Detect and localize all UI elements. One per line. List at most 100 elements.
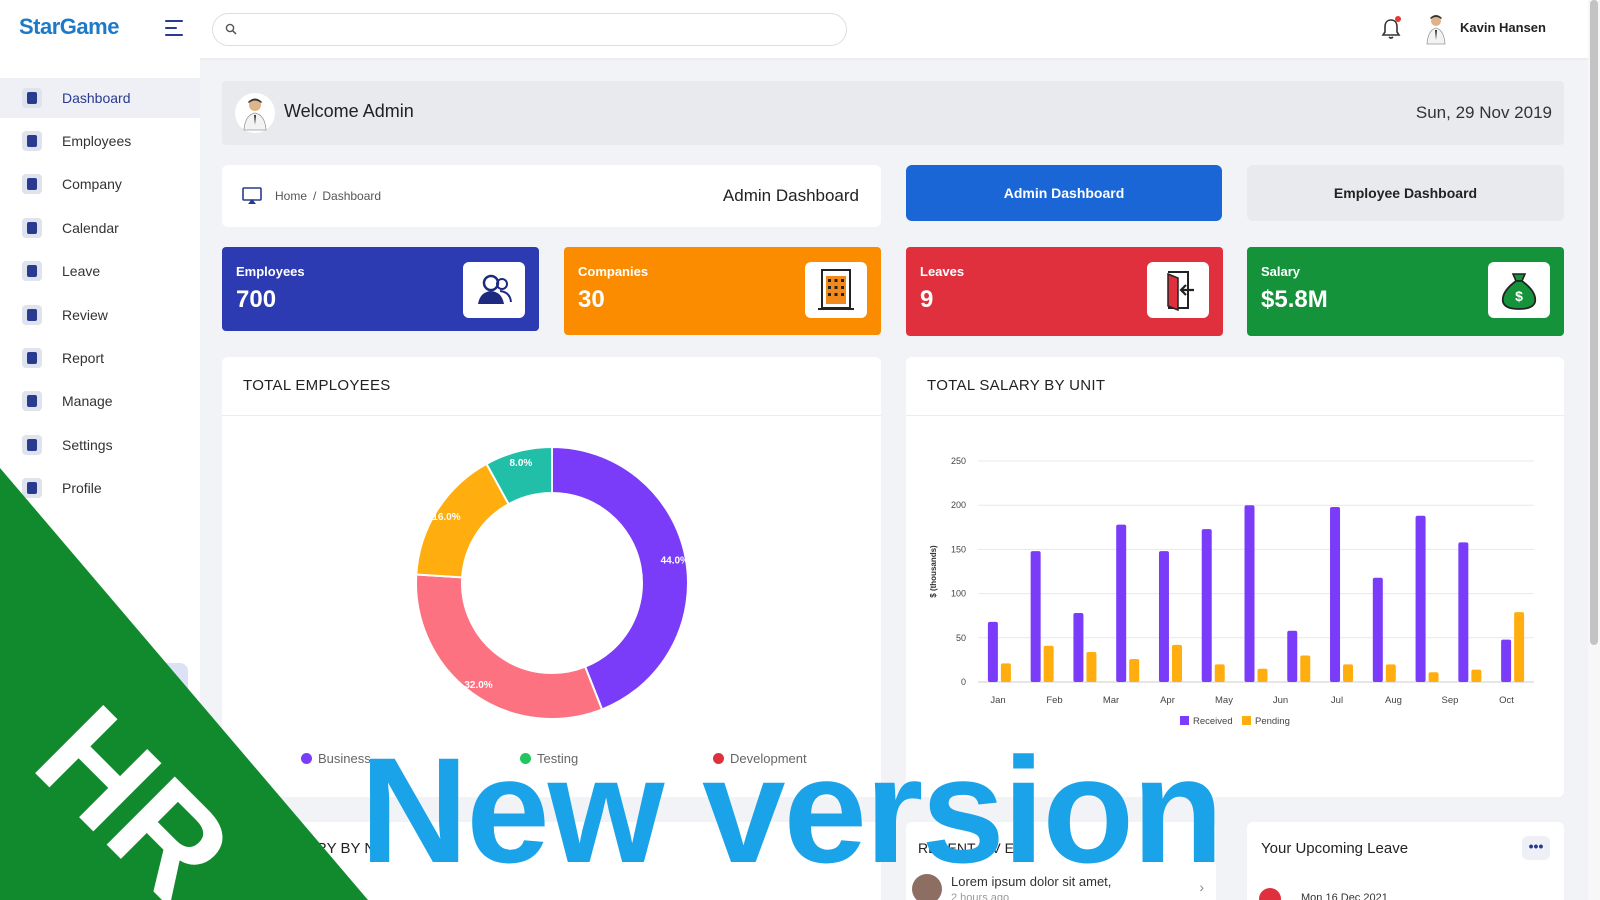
bar-received (1372, 577, 1383, 682)
leave-date: Mon 16 Dec 2021 (1301, 892, 1388, 900)
scrollbar-thumb[interactable] (1590, 0, 1598, 645)
sliders-icon (22, 391, 42, 411)
sidebar-item-dashboard[interactable]: Dashboard (0, 78, 200, 118)
welcome-text: Welcome Admin (284, 101, 414, 121)
x-tick-label: Mar (1103, 695, 1119, 706)
stat-value: $5.8M (1261, 286, 1328, 313)
sidebar-item-employees[interactable]: Employees (0, 121, 200, 161)
admin-avatar (235, 93, 275, 133)
y-tick-label: 50 (956, 633, 966, 643)
bar-received (1458, 542, 1469, 682)
bar-pending (1343, 664, 1354, 682)
calendar-icon (22, 218, 42, 238)
breadcrumb-card: Home / Dashboard Admin Dashboard (222, 165, 881, 227)
search-input[interactable] (245, 20, 835, 40)
top-bar: StarGame Kavin Hansen (0, 0, 1588, 58)
home-icon (22, 88, 42, 108)
brand-logo[interactable]: StarGame (19, 14, 119, 40)
review-icon (22, 305, 42, 325)
users-icon (463, 262, 525, 318)
stat-label: Employees (236, 264, 305, 279)
notification-bell-icon[interactable] (1381, 16, 1401, 40)
search-bar[interactable] (212, 13, 847, 46)
money-bag-icon: $ (1488, 262, 1550, 318)
x-tick-label: Aug (1385, 695, 1402, 706)
bar-pending (1257, 668, 1268, 682)
y-tick-label: 250 (951, 456, 966, 466)
bar-received (987, 621, 998, 682)
welcome-bar: Welcome Admin Sun, 29 Nov 2019 (222, 81, 1564, 145)
notification-dot (1395, 16, 1401, 22)
legend-label: Pending (1255, 716, 1290, 727)
sidebar-item-manage[interactable]: Manage (0, 381, 200, 421)
search-icon (225, 23, 237, 35)
x-tick-label: Jul (1331, 695, 1343, 706)
sidebar-item-label: Employees (62, 133, 132, 149)
bar-pending (1086, 651, 1097, 682)
user-name[interactable]: Kavin Hansen (1460, 20, 1546, 35)
bar-received (1330, 506, 1341, 682)
x-tick-label: Oct (1499, 695, 1514, 706)
sidebar-item-settings[interactable]: Settings (0, 425, 200, 465)
stat-value: 9 (920, 286, 934, 313)
bar-received (1030, 551, 1041, 682)
current-date: Sun, 29 Nov 2019 (1415, 103, 1552, 122)
pie-slice-label: 16.0% (432, 512, 460, 523)
bar-received (1201, 529, 1212, 682)
stat-label: Salary (1261, 264, 1301, 279)
stat-value: 700 (236, 286, 277, 313)
pie-slice-label: 32.0% (464, 680, 492, 691)
bar-received (1116, 524, 1127, 682)
sidebar-item-report[interactable]: Report (0, 338, 200, 378)
user-avatar[interactable] (1418, 10, 1454, 48)
sidebar-item-calendar[interactable]: Calendar (0, 208, 200, 248)
sidebar-item-profile[interactable]: Profile (0, 468, 200, 508)
admin-dashboard-button[interactable]: Admin Dashboard (906, 165, 1222, 221)
bar-received (1287, 630, 1298, 682)
legend-swatch (301, 753, 312, 764)
menu-toggle-icon[interactable] (165, 20, 183, 36)
y-axis-label: $ (thousands) (929, 545, 938, 598)
sidebar-item-label: Company (62, 176, 122, 192)
bar-pending (1428, 672, 1439, 682)
svg-text:$: $ (1515, 288, 1523, 304)
gear-icon (22, 435, 42, 455)
more-options-button[interactable]: ••• (1522, 836, 1550, 860)
sidebar-item-review[interactable]: Review (0, 295, 200, 335)
bar-received (1158, 551, 1169, 682)
stat-card-employees[interactable]: Employees 700 (222, 247, 539, 331)
stat-value: 30 (578, 286, 605, 313)
breadcrumb: Home / Dashboard (275, 189, 381, 203)
stat-card-salary[interactable]: Salary $5.8M $ (1247, 247, 1564, 336)
pie-slice-label: 44.0% (661, 556, 689, 567)
breadcrumb-current: Dashboard (322, 189, 382, 203)
breadcrumb-home[interactable]: Home (275, 189, 307, 203)
sidebar-item-label: Report (62, 350, 105, 366)
bar-pending (1514, 612, 1525, 682)
employees-icon (22, 131, 42, 151)
sidebar-item-label: Calendar (62, 220, 119, 236)
monitor-icon (242, 187, 262, 204)
employee-dashboard-button[interactable]: Employee Dashboard (1247, 165, 1564, 221)
sidebar-item-label: Leave (62, 263, 101, 279)
new-version-headline: New version (360, 726, 1224, 894)
bar-pending (1471, 669, 1482, 682)
sidebar-item-label: Settings (62, 437, 113, 453)
bar-received (1244, 505, 1255, 682)
stat-card-leaves[interactable]: Leaves 9 (906, 247, 1223, 336)
sidebar-item-company[interactable]: Company (0, 164, 200, 204)
profile-icon (22, 478, 42, 498)
leave-icon (22, 261, 42, 281)
x-tick-label: May (1215, 695, 1233, 706)
sidebar-item-leave[interactable]: Leave (0, 251, 200, 291)
exit-door-icon (1147, 262, 1209, 318)
x-tick-label: Apr (1160, 695, 1175, 706)
sidebar-item-label: Review (62, 307, 108, 323)
company-icon (22, 174, 42, 194)
bar-pending (1000, 663, 1011, 682)
sidebar-item-label: Manage (62, 393, 113, 409)
sidebar-bottom-button[interactable] (20, 663, 188, 703)
x-tick-label: Sep (1442, 695, 1459, 706)
x-tick-label: Jun (1273, 695, 1288, 706)
stat-card-companies[interactable]: Companies 30 (564, 247, 881, 335)
